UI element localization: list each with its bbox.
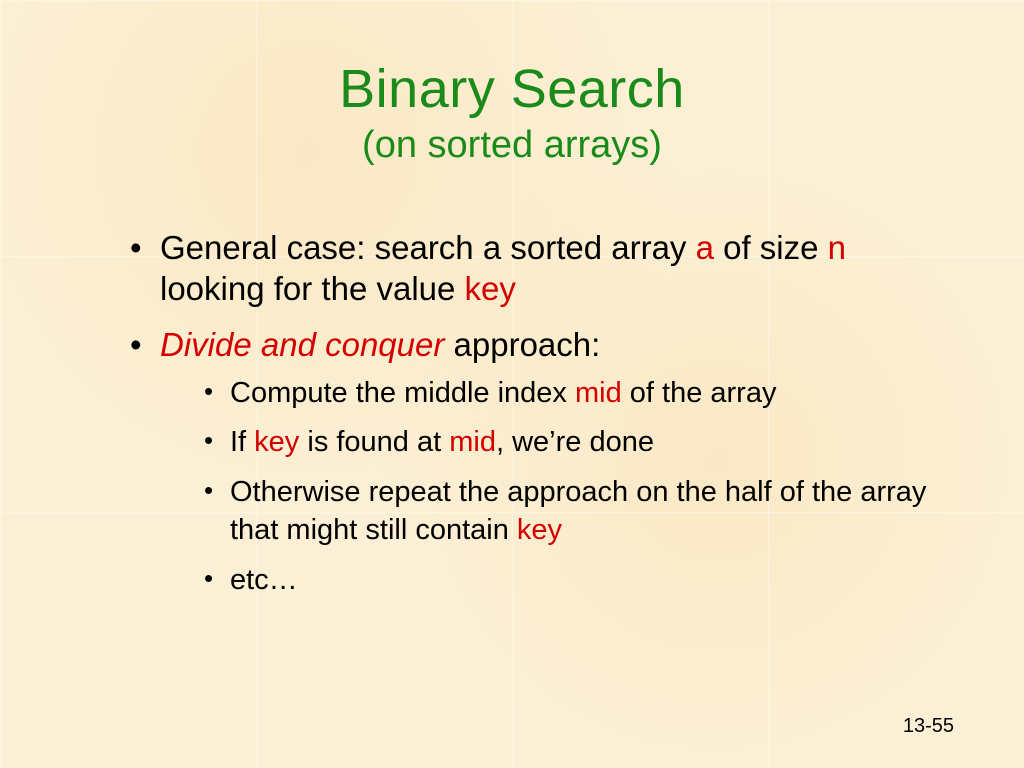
text: etc… [230,564,298,596]
bullet-general-case: General case: search a sorted array a of… [130,227,954,310]
bullet-divide-conquer: Divide and conquer approach: Compute the… [130,324,954,600]
var-a: a [696,229,714,266]
text: Otherwise repeat the approach on the hal… [230,476,926,546]
var-n: n [828,229,846,266]
phrase-divide-and-conquer: Divide and conquer [160,326,444,363]
title-block: Binary Search (on sorted arrays) [70,58,954,167]
text: Compute the middle index [230,377,575,409]
text: , we’re done [496,426,654,458]
text: of size [714,229,828,266]
text: looking for the value [160,270,465,307]
bullet-list: General case: search a sorted array a of… [70,227,954,599]
slide: Binary Search (on sorted arrays) General… [0,0,1024,768]
sub-compute-mid: Compute the middle index mid of the arra… [204,375,954,413]
sub-etc: etc… [204,562,954,600]
page-number: 13-55 [903,715,954,738]
sub-bullet-list: Compute the middle index mid of the arra… [160,375,954,599]
sub-if-found: If key is found at mid, we’re done [204,424,954,462]
var-mid: mid [575,377,622,409]
text: General case: search a sorted array [160,229,696,266]
var-key: key [517,514,562,546]
text: of the array [622,377,777,409]
sub-otherwise: Otherwise repeat the approach on the hal… [204,474,954,549]
text: is found at [299,426,449,458]
var-key: key [465,270,516,307]
text: approach: [444,326,600,363]
slide-title: Binary Search [70,58,954,120]
var-key: key [254,426,299,458]
slide-subtitle: (on sorted arrays) [70,124,954,167]
var-mid: mid [449,426,496,458]
text: If [230,426,254,458]
